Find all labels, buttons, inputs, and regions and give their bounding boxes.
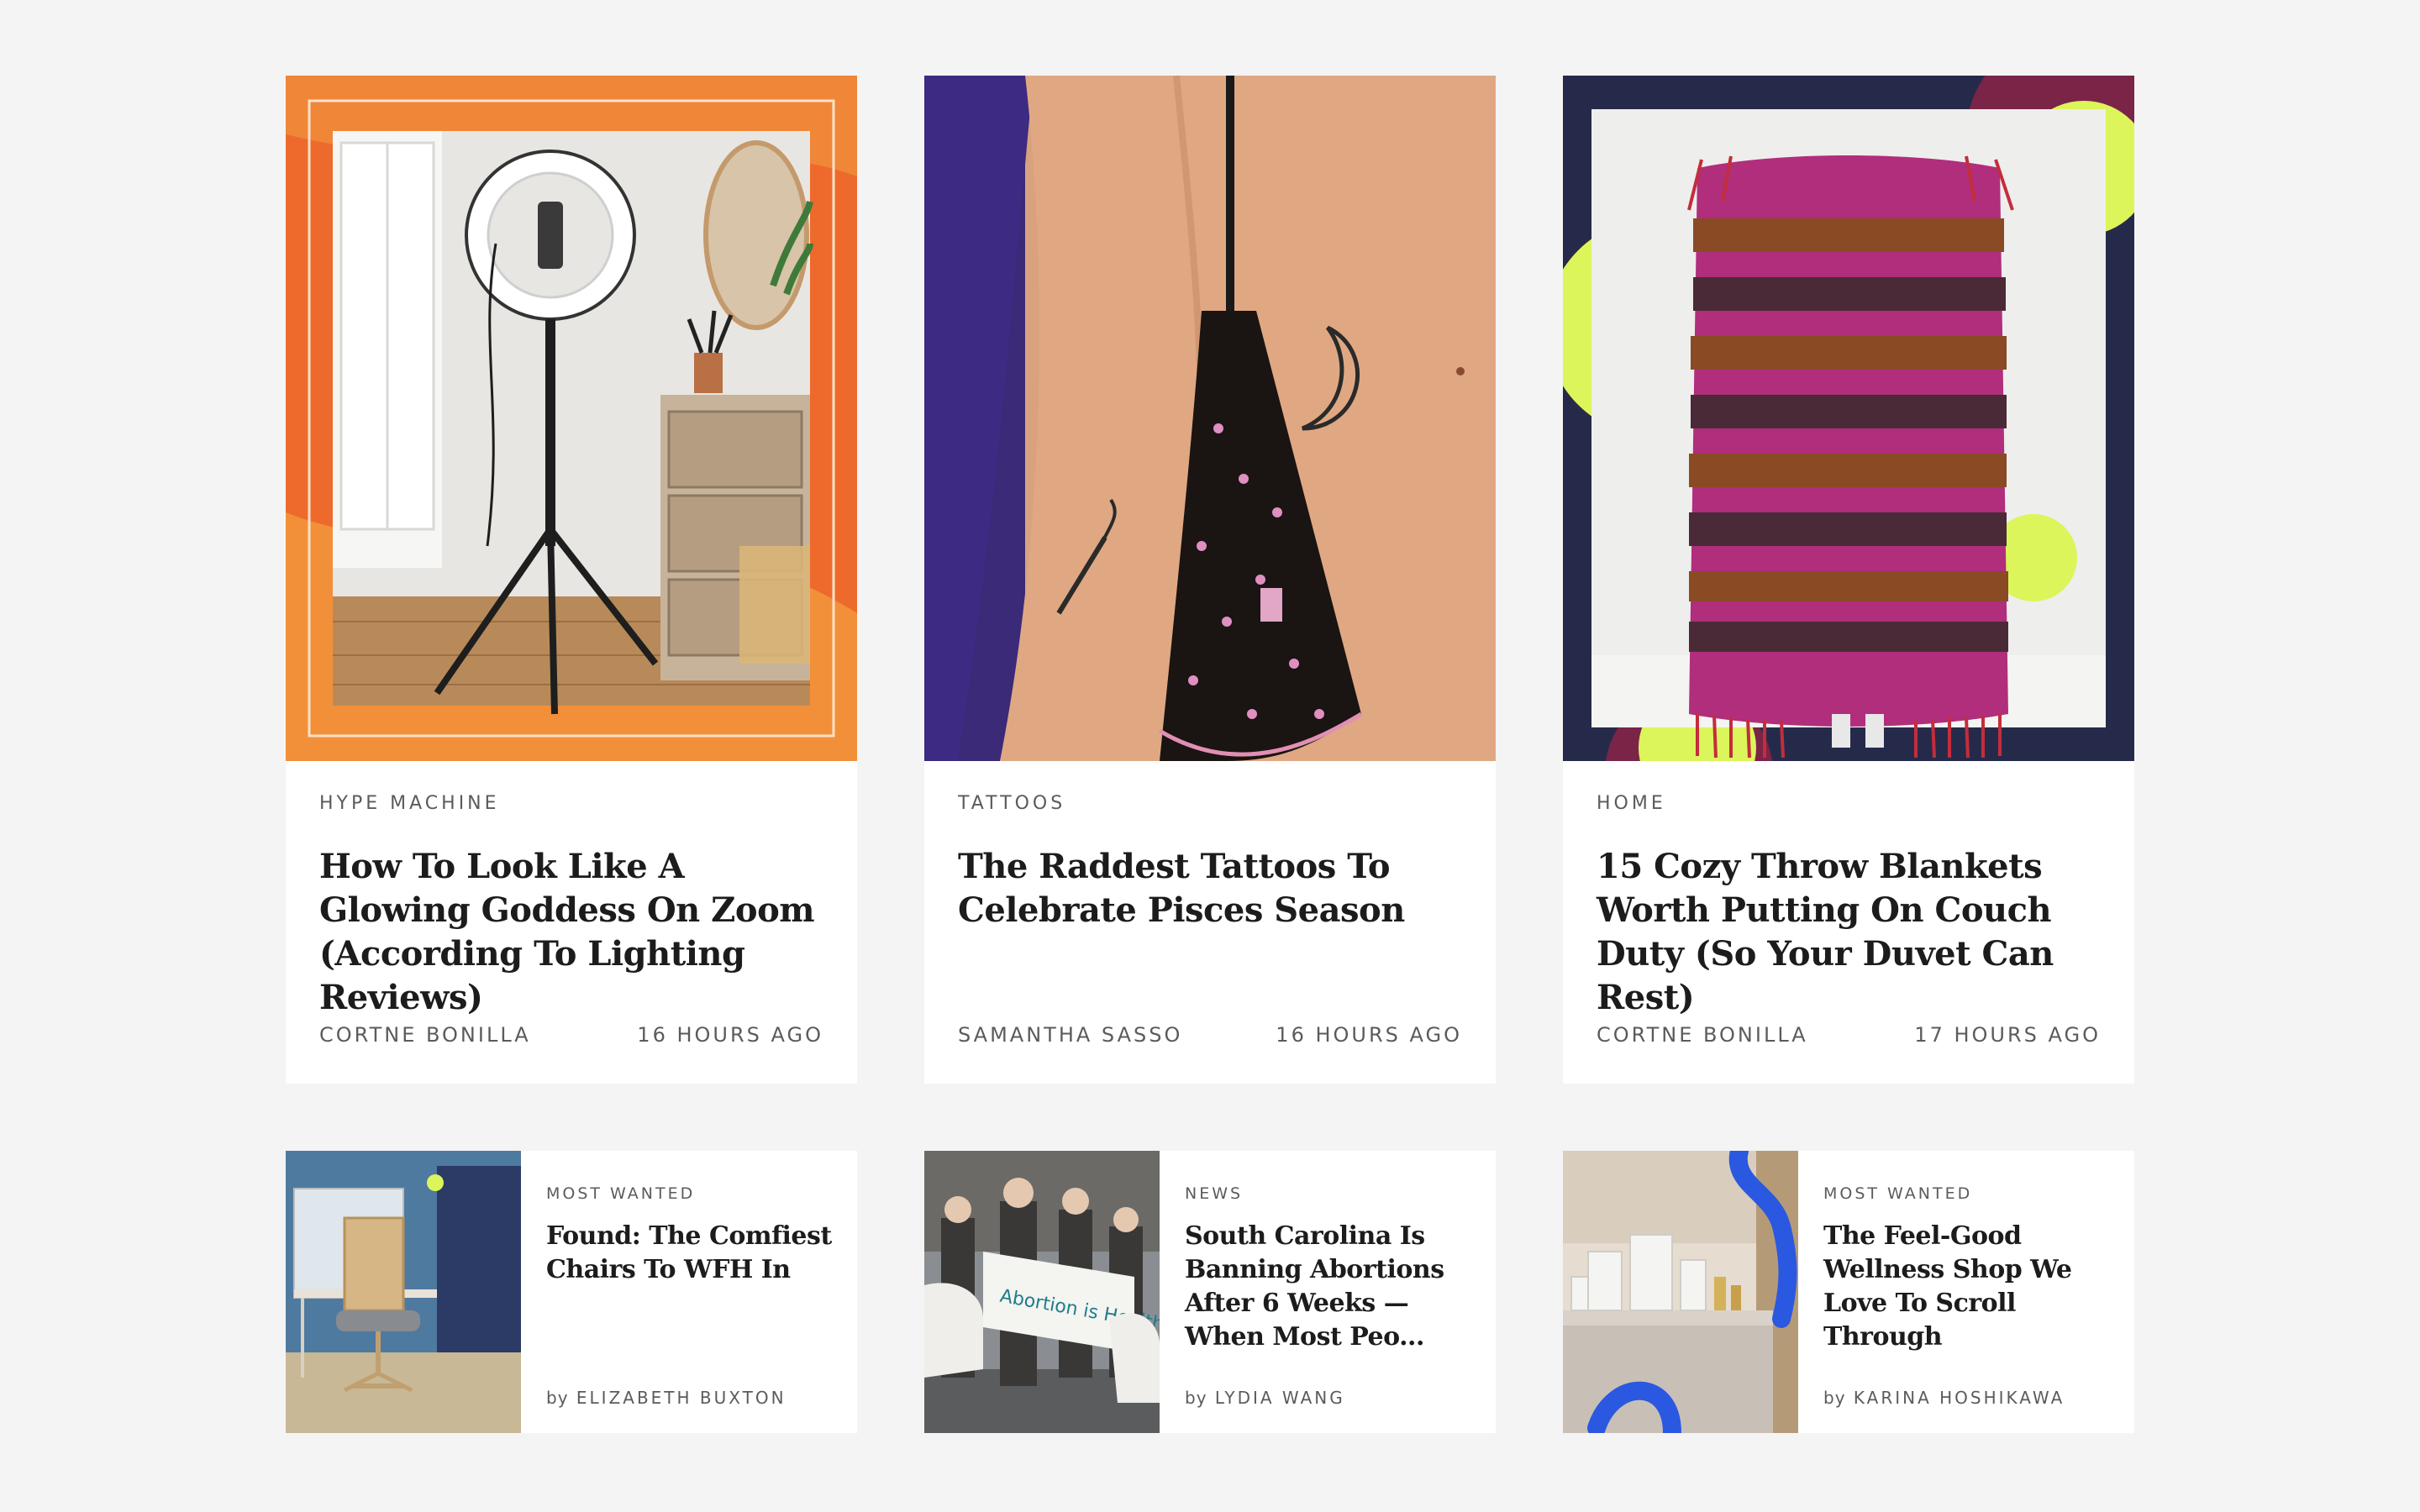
article-timestamp: 17 HOURS AGO	[1914, 1023, 2101, 1047]
article-body: MOST WANTED Found: The Comfiest Chairs T…	[521, 1151, 857, 1433]
article-card[interactable]: HOME 15 Cozy Throw Blankets Worth Puttin…	[1563, 76, 2134, 1084]
article-timestamp: 16 HOURS AGO	[1276, 1023, 1462, 1047]
article-body: MOST WANTED The Feel-Good Wellness Shop …	[1798, 1151, 2134, 1433]
article-timestamp: 16 HOURS AGO	[637, 1023, 823, 1047]
article-category[interactable]: HYPE MACHINE	[319, 793, 500, 814]
article-category[interactable]: NEWS	[1185, 1184, 1243, 1203]
article-thumbnail[interactable]: Abortion is Health	[924, 1151, 1160, 1433]
article-body: NEWS South Carolina Is Banning Abortions…	[1160, 1151, 1496, 1433]
article-category[interactable]: MOST WANTED	[1823, 1184, 1972, 1203]
article-card[interactable]: TATTOOS The Raddest Tattoos To Celebrate…	[924, 76, 1496, 1084]
article-title[interactable]: The Feel-Good Wellness Shop We Love To S…	[1823, 1220, 2109, 1354]
article-category[interactable]: MOST WANTED	[546, 1184, 695, 1203]
article-author[interactable]: LYDIA WANG	[1215, 1388, 1345, 1408]
article-byline: by ELIZABETH BUXTON	[546, 1388, 786, 1408]
article-card-small[interactable]: MOST WANTED The Feel-Good Wellness Shop …	[1563, 1151, 2134, 1433]
article-author[interactable]: ELIZABETH BUXTON	[576, 1388, 786, 1408]
article-image[interactable]	[286, 76, 857, 761]
article-title[interactable]: The Raddest Tattoos To Celebrate Pisces …	[958, 845, 1462, 932]
article-category[interactable]: HOME	[1597, 793, 1666, 814]
article-title[interactable]: How To Look Like A Glowing Goddess On Zo…	[319, 845, 823, 1020]
secondary-row: MOST WANTED Found: The Comfiest Chairs T…	[286, 1151, 2134, 1433]
byline-prefix: by	[1185, 1388, 1207, 1408]
article-byline: by KARINA HOSHIKAWA	[1823, 1388, 2065, 1408]
article-grid: HYPE MACHINE How To Look Like A Glowing …	[286, 76, 2134, 1433]
article-author[interactable]: CORTNE BONILLA	[1597, 1023, 1808, 1047]
article-title[interactable]: 15 Cozy Throw Blankets Worth Putting On …	[1597, 845, 2101, 1020]
article-card-small[interactable]: Abortion is Health NEWS South Carolina I…	[924, 1151, 1496, 1433]
article-byline: by LYDIA WANG	[1185, 1388, 1345, 1408]
byline-prefix: by	[546, 1388, 569, 1408]
article-image[interactable]	[1563, 76, 2134, 761]
article-card[interactable]: HYPE MACHINE How To Look Like A Glowing …	[286, 76, 857, 1084]
article-body: TATTOOS The Raddest Tattoos To Celebrate…	[924, 761, 1496, 1084]
article-body: HYPE MACHINE How To Look Like A Glowing …	[286, 761, 857, 1084]
article-author[interactable]: KARINA HOSHIKAWA	[1854, 1388, 2065, 1408]
article-title[interactable]: Found: The Comfiest Chairs To WFH In	[546, 1220, 832, 1287]
byline-prefix: by	[1823, 1388, 1846, 1408]
article-title[interactable]: South Carolina Is Banning Abortions Afte…	[1185, 1220, 1470, 1354]
article-thumbnail[interactable]	[1563, 1151, 1798, 1433]
article-thumbnail[interactable]	[286, 1151, 521, 1433]
article-author[interactable]: SAMANTHA SASSO	[958, 1023, 1182, 1047]
article-body: HOME 15 Cozy Throw Blankets Worth Puttin…	[1563, 761, 2134, 1084]
featured-row: HYPE MACHINE How To Look Like A Glowing …	[286, 76, 2134, 1084]
article-card-small[interactable]: MOST WANTED Found: The Comfiest Chairs T…	[286, 1151, 857, 1433]
article-author[interactable]: CORTNE BONILLA	[319, 1023, 531, 1047]
article-image[interactable]	[924, 76, 1496, 761]
article-category[interactable]: TATTOOS	[958, 793, 1065, 814]
